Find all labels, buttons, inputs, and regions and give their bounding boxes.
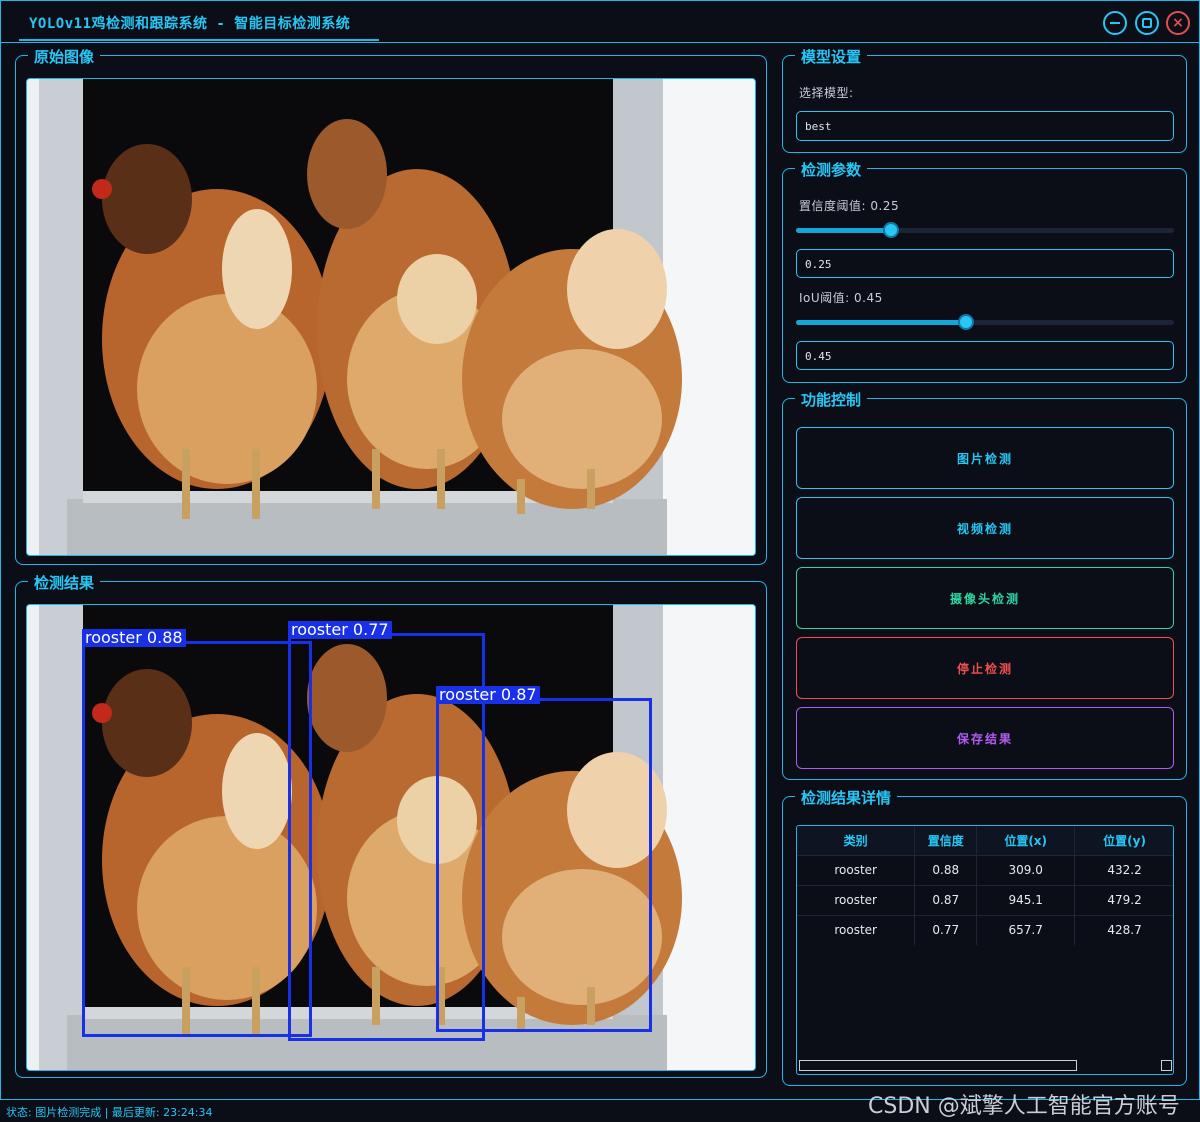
detection-result-title: 检测结果 (28, 572, 101, 593)
detection-label: rooster 0.87 (436, 686, 540, 704)
cell-x: 945.1 (976, 884, 1076, 915)
table-row[interactable]: rooster 0.88 309.0 432.2 (797, 854, 1173, 885)
maximize-icon (1142, 18, 1152, 28)
window-title: YOLOv11鸡检测和跟踪系统 - 智能目标检测系统 (29, 16, 351, 32)
original-image (26, 78, 756, 556)
cell-confidence: 0.88 (914, 854, 978, 885)
cell-class: rooster (797, 854, 916, 885)
stop-detect-button[interactable]: 停止检测 (796, 637, 1174, 699)
original-image-panel: 原始图像 (15, 46, 767, 565)
app-window: YOLOv11鸡检测和跟踪系统 - 智能目标检测系统 × 原始图像 检测结果 r… (0, 0, 1200, 1100)
result-details-panel: 检测结果详情 类别 置信度 位置(x) 位置(y) rooster 0.88 3… (782, 787, 1187, 1086)
result-image: rooster 0.88 rooster 0.77 rooster 0.87 (26, 604, 756, 1071)
result-table: 类别 置信度 位置(x) 位置(y) rooster 0.88 309.0 43… (797, 826, 1173, 945)
camera-detect-button[interactable]: 摄像头检测 (796, 567, 1174, 629)
column-header-x[interactable]: 位置(x) (976, 826, 1076, 855)
iou-threshold-label: IoU阈值: 0.45 (799, 291, 883, 305)
detection-params-title: 检测参数 (795, 159, 868, 180)
cell-y: 428.7 (1074, 914, 1173, 945)
original-image-title: 原始图像 (28, 46, 101, 67)
table-row[interactable]: rooster 0.77 657.7 428.7 (797, 914, 1173, 945)
title-underline (19, 39, 379, 41)
cell-class: rooster (797, 914, 916, 945)
table-header-row: 类别 置信度 位置(x) 位置(y) (797, 826, 1173, 855)
confidence-slider[interactable] (796, 222, 1174, 238)
horizontal-scrollbar[interactable] (799, 1060, 1077, 1071)
iou-slider-handle[interactable] (958, 314, 974, 330)
model-settings-panel: 模型设置 选择模型: best (782, 46, 1187, 153)
confidence-slider-handle[interactable] (883, 222, 899, 238)
iou-input[interactable]: 0.45 (796, 341, 1174, 370)
cell-y: 479.2 (1074, 884, 1173, 915)
maximize-button[interactable] (1135, 11, 1159, 35)
column-header-class[interactable]: 类别 (797, 826, 916, 855)
detection-box (82, 641, 312, 1037)
confidence-threshold-label: 置信度阈值: 0.25 (799, 199, 900, 213)
minimize-button[interactable] (1103, 11, 1127, 35)
original-photo (27, 79, 755, 555)
function-control-title: 功能控制 (795, 389, 868, 410)
model-select-label: 选择模型: (799, 86, 854, 100)
iou-slider-fill (796, 320, 966, 325)
confidence-slider-fill (796, 228, 891, 233)
result-details-title: 检测结果详情 (795, 787, 898, 808)
detection-result-panel: 检测结果 rooster 0.88 rooster 0.77 rooster 0… (15, 572, 767, 1078)
video-detect-button[interactable]: 视频检测 (796, 497, 1174, 559)
cell-confidence: 0.87 (914, 884, 978, 915)
cell-y: 432.2 (1074, 854, 1173, 885)
detection-label: rooster 0.77 (288, 621, 392, 639)
detection-box (436, 698, 652, 1032)
confidence-input[interactable]: 0.25 (796, 249, 1174, 278)
table-row[interactable]: rooster 0.87 945.1 479.2 (797, 884, 1173, 915)
title-bar: YOLOv11鸡检测和跟踪系统 - 智能目标检测系统 × (1, 1, 1199, 43)
result-table-container: 类别 置信度 位置(x) 位置(y) rooster 0.88 309.0 43… (796, 825, 1174, 1075)
detection-label: rooster 0.88 (82, 629, 186, 647)
watermark: CSDN @斌擎人工智能官方账号 (868, 1094, 1180, 1119)
function-control-panel: 功能控制 图片检测 视频检测 摄像头检测 停止检测 保存结果 (782, 389, 1187, 780)
close-button[interactable]: × (1166, 11, 1190, 35)
minimize-icon (1110, 22, 1120, 24)
close-icon: × (1172, 15, 1184, 31)
model-select[interactable]: best (796, 111, 1174, 141)
iou-slider[interactable] (796, 314, 1174, 330)
scroll-corner (1161, 1060, 1172, 1071)
cell-confidence: 0.77 (914, 914, 978, 945)
column-header-confidence[interactable]: 置信度 (914, 826, 978, 855)
save-result-button[interactable]: 保存结果 (796, 707, 1174, 769)
image-detect-button[interactable]: 图片检测 (796, 427, 1174, 489)
cell-x: 309.0 (976, 854, 1076, 885)
detection-params-panel: 检测参数 置信度阈值: 0.25 0.25 IoU阈值: 0.45 0.45 (782, 159, 1187, 383)
column-header-y[interactable]: 位置(y) (1074, 826, 1173, 855)
cell-x: 657.7 (976, 914, 1076, 945)
cell-class: rooster (797, 884, 916, 915)
model-settings-title: 模型设置 (795, 46, 868, 67)
